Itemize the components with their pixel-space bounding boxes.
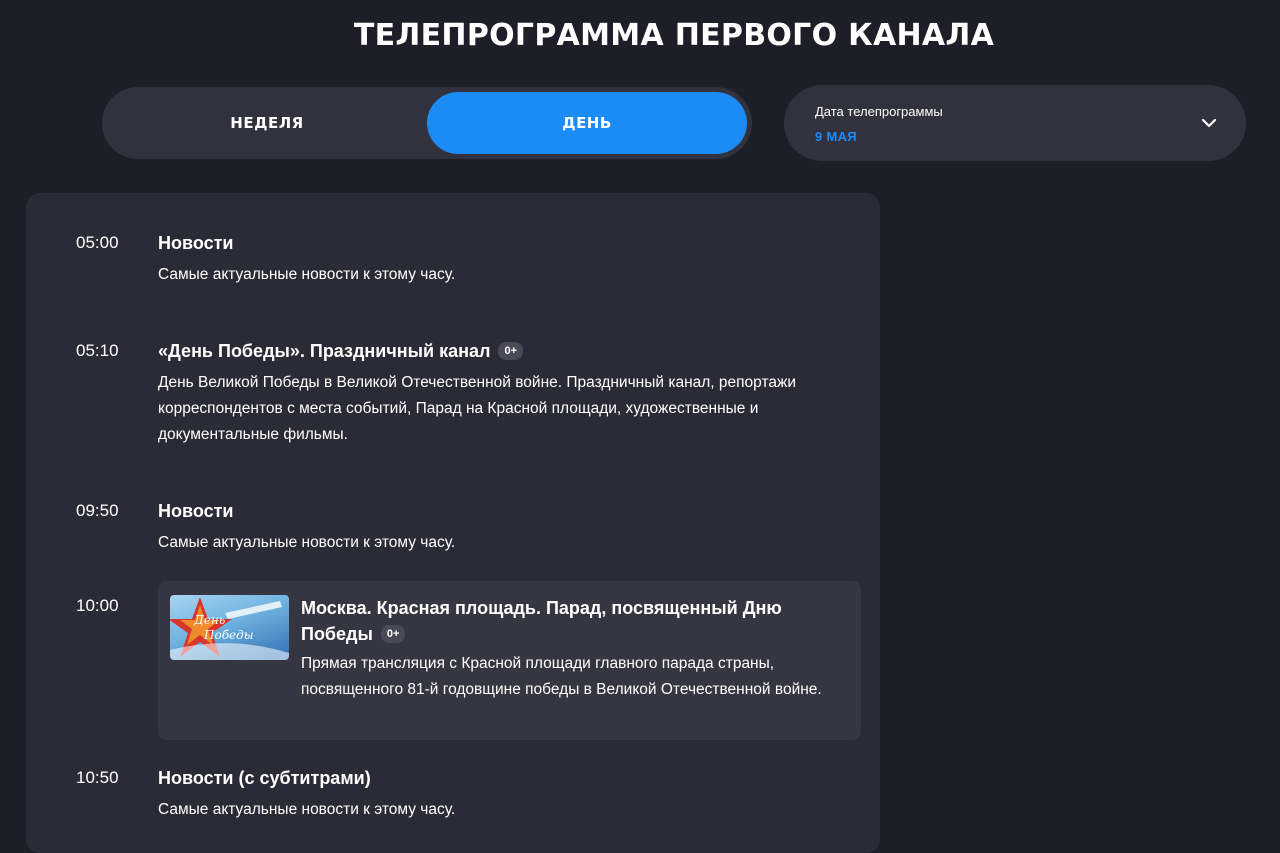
program-title-text: «День Победы». Праздничный канал	[158, 341, 491, 361]
victory-day-artwork: День Победы	[170, 597, 289, 660]
program-description: Самые актуальные новости к этому часу.	[158, 534, 456, 551]
program-title-text: Москва. Красная площадь. Парад, посвящен…	[301, 598, 782, 644]
program-time: 05:10	[76, 341, 119, 360]
program-title: Новости	[158, 233, 234, 253]
program-time: 05:00	[76, 233, 119, 252]
chevron-down-icon	[1201, 118, 1217, 128]
date-dropdown-value: 9 МАЯ	[815, 129, 857, 144]
program-title: «День Победы». Праздничный канал 0+	[158, 341, 523, 362]
program-description: Самые актуальные новости к этому часу.	[158, 266, 456, 283]
program-description: День Великой Победы в Великой Отечествен…	[158, 374, 797, 443]
program-title: Новости	[158, 501, 234, 521]
program-thumbnail: День Победы	[170, 595, 289, 660]
week-tab-button[interactable]: НЕДЕЛЯ	[107, 92, 427, 154]
view-toggle: НЕДЕЛЯ ДЕНЬ	[102, 87, 752, 159]
program-description: Прямая трансляция с Красной площади глав…	[301, 655, 822, 698]
program-description: Самые актуальные новости к этому часу.	[158, 801, 456, 818]
date-dropdown-label: Дата телепрограммы	[815, 104, 943, 119]
program-time: 09:50	[76, 501, 119, 520]
thumbnail-text-2: Победы	[203, 628, 254, 642]
thumbnail-text-1: День	[193, 613, 225, 627]
day-tab-button[interactable]: ДЕНЬ	[427, 92, 747, 154]
program-title: Москва. Красная площадь. Парад, посвящен…	[301, 595, 841, 647]
age-rating-badge: 0+	[498, 342, 523, 360]
featured-program-card[interactable]: День Победы Москва. Красная площадь. Пар…	[158, 581, 861, 740]
age-rating-badge: 0+	[380, 625, 406, 643]
program-time: 10:50	[76, 768, 119, 787]
program-title: Новости (с субтитрами)	[158, 768, 371, 788]
page-title: ТЕЛЕПРОГРАММА ПЕРВОГО КАНАЛА	[353, 18, 995, 53]
program-time: 10:00	[76, 596, 119, 615]
date-dropdown[interactable]: Дата телепрограммы 9 МАЯ	[784, 85, 1246, 161]
schedule-list: 05:00 Новости Самые актуальные новости к…	[26, 193, 880, 853]
